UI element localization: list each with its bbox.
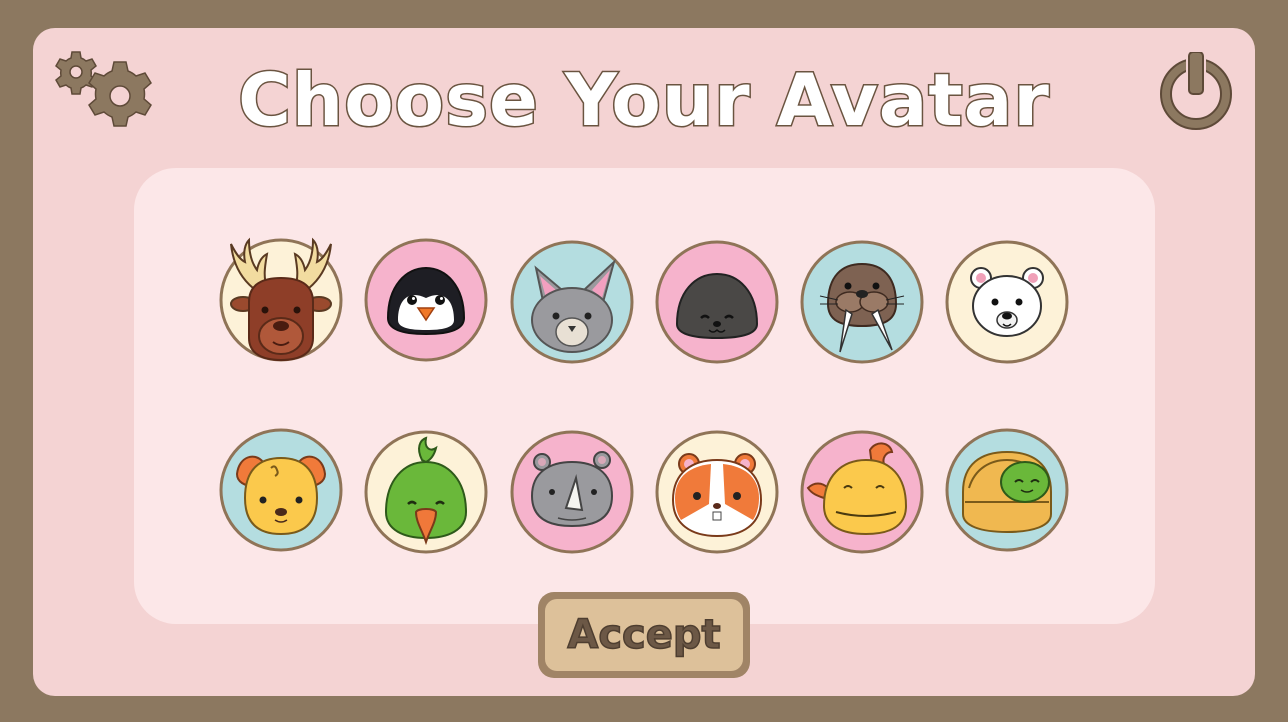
accept-button[interactable]: Accept	[538, 592, 750, 678]
avatar-fish[interactable]	[800, 430, 924, 554]
avatar-seal[interactable]	[655, 240, 779, 364]
avatar-turtle[interactable]	[945, 428, 1069, 552]
avatar-parrot[interactable]	[364, 430, 488, 554]
avatar-dog[interactable]	[219, 428, 343, 552]
avatar-hamster[interactable]	[655, 430, 779, 554]
avatar-deer[interactable]	[219, 237, 343, 362]
avatar-bat[interactable]	[510, 240, 634, 364]
avatar-walrus[interactable]	[800, 240, 924, 364]
accept-button-label: Accept	[545, 599, 743, 671]
avatar-panel	[134, 168, 1155, 624]
avatar-polar-bear[interactable]	[945, 240, 1069, 364]
page-title: Choose Your Avatar	[237, 57, 1051, 144]
power-icon[interactable]	[1158, 50, 1234, 130]
avatar-penguin[interactable]	[364, 238, 488, 362]
avatar-rhino[interactable]	[510, 430, 634, 554]
